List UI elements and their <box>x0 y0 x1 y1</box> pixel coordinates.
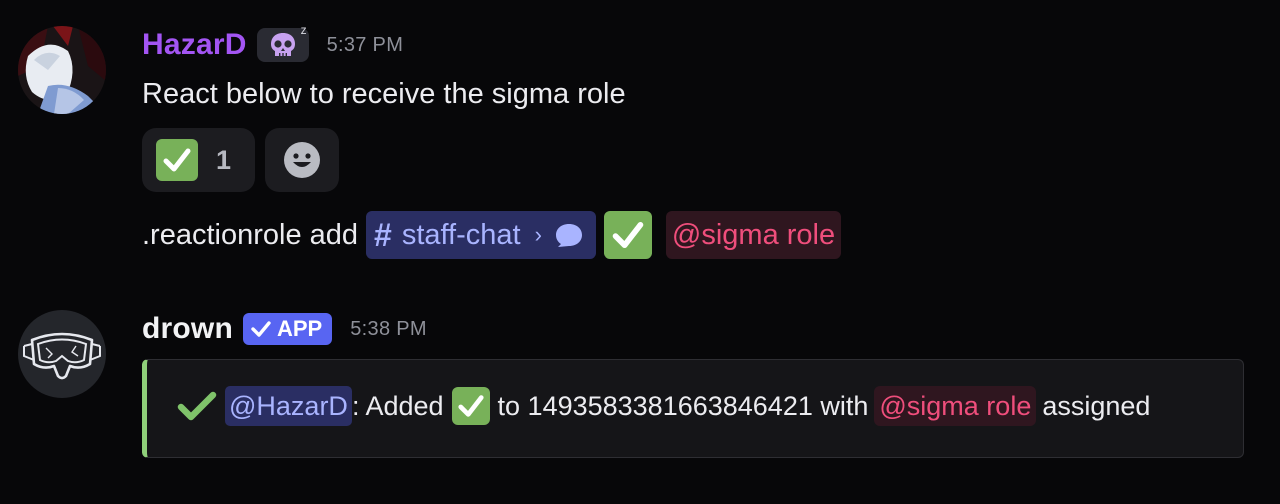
reaction-bar: 1 <box>142 128 339 192</box>
reaction-check[interactable]: 1 <box>142 128 255 192</box>
role-mention[interactable]: @sigma role <box>874 386 1037 426</box>
white-check-mark-icon <box>603 211 652 259</box>
message-header: drown APP 5:38 PM <box>142 312 427 346</box>
user-mention[interactable]: @HazarD <box>225 386 352 426</box>
hazard-avatar[interactable] <box>18 26 106 114</box>
channel-hash: # <box>374 216 392 253</box>
chevron-right-icon: › <box>534 222 542 247</box>
thread-bubble-icon <box>555 224 582 247</box>
verified-check-icon <box>251 321 271 337</box>
smiley-icon <box>284 142 320 178</box>
channel-mention[interactable]: # staff-chat › <box>366 211 596 259</box>
drown-avatar[interactable] <box>18 310 106 398</box>
badge-zz: z <box>300 23 307 37</box>
app-badge-label: APP <box>277 316 323 341</box>
skull-icon[interactable]: z <box>256 24 309 62</box>
timestamp[interactable]: 5:37 PM <box>327 34 404 57</box>
chat-log: HazarD z 5:37 PM React below to receive … <box>0 0 1280 504</box>
white-check-mark-icon <box>156 139 198 181</box>
username[interactable]: drown <box>142 312 233 346</box>
add-reaction-button[interactable] <box>265 128 339 192</box>
message-header: HazarD z 5:37 PM <box>142 24 404 62</box>
channel-name: staff-chat <box>401 218 521 251</box>
username[interactable]: HazarD <box>142 28 247 62</box>
command-prefix: .reactionrole add <box>142 218 359 251</box>
heavy-check-icon <box>177 391 217 421</box>
reaction-count: 1 <box>216 144 232 175</box>
command-line: .reactionrole add # staff-chat › @sigma … <box>142 211 842 259</box>
app-badge: APP <box>243 313 333 345</box>
message-text: React below to receive the sigma role <box>142 78 626 110</box>
timestamp[interactable]: 5:38 PM <box>350 318 427 341</box>
embed-target-text: to 1493583381663846421 with <box>497 390 869 421</box>
embed-added-text: : Added <box>351 390 444 421</box>
embed-description: @HazarD : Added to 1493583381663846421 w… <box>177 386 1150 426</box>
role-mention[interactable]: @sigma role <box>665 211 842 259</box>
embed-suffix-text: assigned <box>1042 390 1151 421</box>
white-check-mark-icon <box>451 387 490 425</box>
embed: @HazarD : Added to 1493583381663846421 w… <box>142 359 1244 458</box>
